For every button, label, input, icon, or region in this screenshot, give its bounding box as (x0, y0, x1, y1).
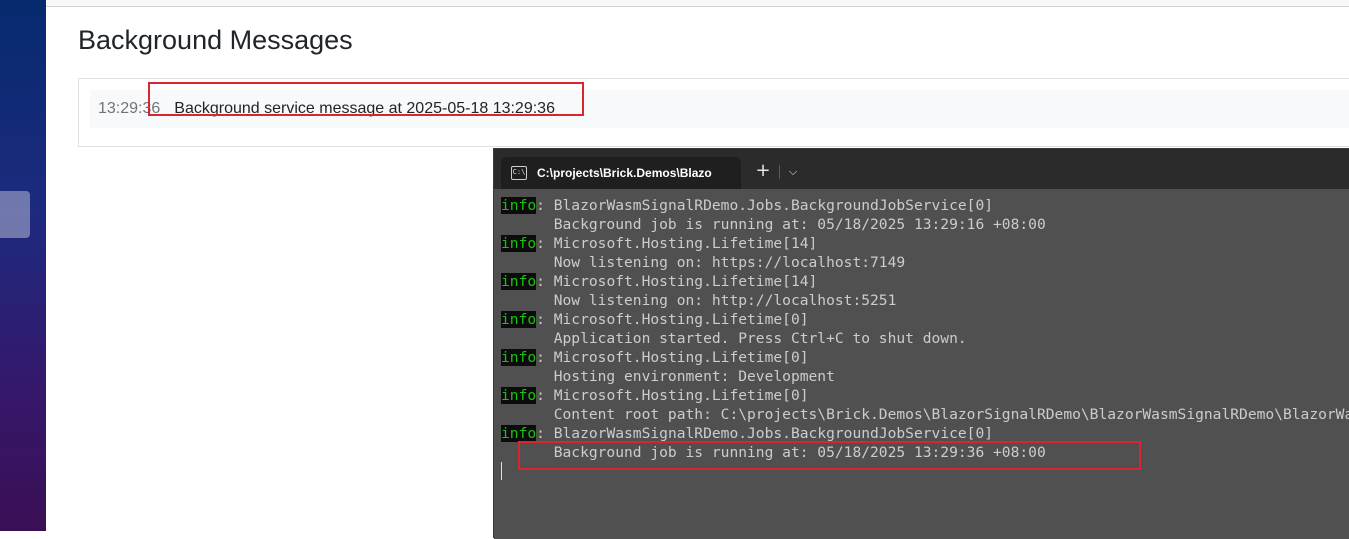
terminal-icon: C:\ (511, 166, 527, 180)
terminal-line: info: BlazorWasmSignalRDemo.Jobs.Backgro… (501, 196, 1349, 215)
chevron-down-icon[interactable]: ⌵ (784, 162, 802, 182)
terminal-line: info: Microsoft.Hosting.Lifetime[0] (501, 348, 1349, 367)
terminal-line: Content root path: C:\projects\Brick.Dem… (501, 405, 1349, 424)
terminal-output[interactable]: info: BlazorWasmSignalRDemo.Jobs.Backgro… (494, 189, 1349, 539)
log-text: Background job is running at: 05/18/2025… (501, 444, 1046, 461)
terminal-line: info: Microsoft.Hosting.Lifetime[14] (501, 272, 1349, 291)
page-title: Background Messages (78, 25, 353, 55)
log-level-badge: info (501, 349, 537, 366)
terminal-line: Application started. Press Ctrl+C to shu… (501, 329, 1349, 348)
message-time: 13:29:36 (98, 100, 161, 117)
log-text: Now listening on: http://localhost:5251 (501, 292, 897, 309)
terminal-tab-title: C:\projects\Brick.Demos\Blazo (537, 166, 712, 180)
log-text: : Microsoft.Hosting.Lifetime[14] (536, 273, 818, 290)
log-text: Application started. Press Ctrl+C to shu… (501, 330, 967, 347)
messages-card: 13:29:36 Background service message at 2… (78, 78, 1349, 147)
terminal-tab[interactable]: C:\ C:\projects\Brick.Demos\Blazo (501, 157, 741, 189)
terminal-line: Now listening on: http://localhost:5251 (501, 291, 1349, 310)
terminal-line: info: BlazorWasmSignalRDemo.Jobs.Backgro… (501, 424, 1349, 443)
sidebar (0, 0, 46, 531)
terminal-window[interactable]: C:\ C:\projects\Brick.Demos\Blazo + ⌵ in… (493, 148, 1349, 539)
log-text: : BlazorWasmSignalRDemo.Jobs.BackgroundJ… (536, 425, 994, 442)
terminal-line: Background job is running at: 05/18/2025… (501, 443, 1349, 462)
log-level-badge: info (501, 273, 537, 290)
top-bar (46, 0, 1349, 7)
log-text: : Microsoft.Hosting.Lifetime[0] (536, 387, 809, 404)
log-level-badge: info (501, 197, 537, 214)
log-level-badge: info (501, 235, 537, 252)
message-item: 13:29:36 Background service message at 2… (90, 90, 1349, 128)
terminal-line: Hosting environment: Development (501, 367, 1349, 386)
log-text: : Microsoft.Hosting.Lifetime[0] (536, 349, 809, 366)
sidebar-active-item[interactable] (0, 191, 30, 238)
terminal-line: Now listening on: https://localhost:7149 (501, 253, 1349, 272)
log-level-badge: info (501, 387, 537, 404)
terminal-line: info: Microsoft.Hosting.Lifetime[0] (501, 386, 1349, 405)
terminal-titlebar: C:\ C:\projects\Brick.Demos\Blazo + ⌵ (494, 149, 1349, 189)
terminal-line: info: Microsoft.Hosting.Lifetime[0] (501, 310, 1349, 329)
terminal-prompt-line[interactable] (501, 462, 1349, 481)
log-text: Hosting environment: Development (501, 368, 835, 385)
log-level-badge: info (501, 425, 537, 442)
log-level-badge: info (501, 311, 537, 328)
new-tab-button[interactable]: + (752, 161, 774, 183)
text-cursor (501, 462, 502, 480)
log-text: : BlazorWasmSignalRDemo.Jobs.BackgroundJ… (536, 197, 994, 214)
message-text: Background service message at 2025-05-18… (174, 100, 555, 117)
terminal-line: Background job is running at: 05/18/2025… (501, 215, 1349, 234)
log-text: Background job is running at: 05/18/2025… (501, 216, 1046, 233)
log-text: Content root path: C:\projects\Brick.Dem… (553, 406, 1349, 423)
log-text: : Microsoft.Hosting.Lifetime[0] (536, 311, 809, 328)
log-text: Now listening on: https://localhost:7149 (501, 254, 906, 271)
terminal-line: info: Microsoft.Hosting.Lifetime[14] (501, 234, 1349, 253)
tab-divider (779, 165, 780, 179)
log-text: : Microsoft.Hosting.Lifetime[14] (536, 235, 818, 252)
